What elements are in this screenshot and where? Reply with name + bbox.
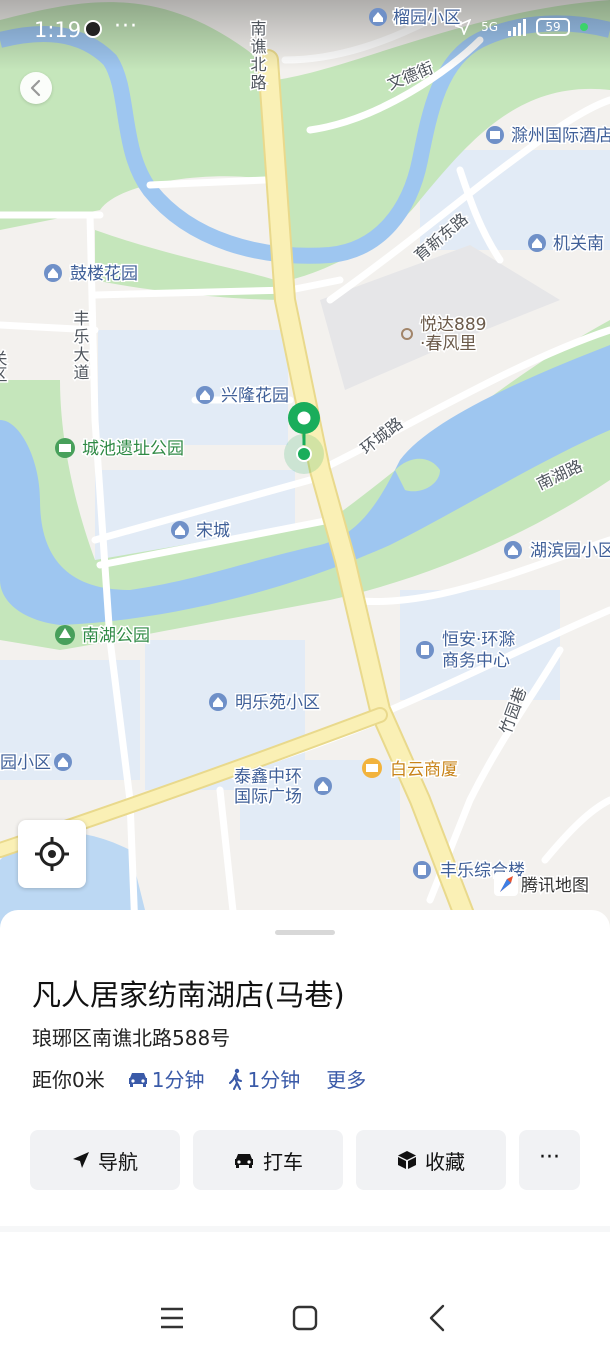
map-brand: 腾讯地图 [521, 876, 589, 896]
more-actions-button[interactable]: ··· [519, 1130, 580, 1190]
navigation-arrow-icon [73, 1152, 89, 1168]
home-icon [504, 541, 522, 559]
home-icon [314, 777, 332, 795]
status-bar: 1:19 ··· 5G 59 [0, 0, 610, 62]
poi-yueda-2: ·春风里 [420, 334, 476, 354]
chevron-left-icon [30, 79, 41, 97]
more-actions-label: ··· [539, 1144, 560, 1170]
office-icon [413, 861, 431, 879]
box-icon [398, 1151, 416, 1169]
office-icon [416, 641, 434, 659]
home-icon [528, 234, 546, 252]
status-overflow: ··· [114, 14, 138, 39]
back-nav-icon[interactable] [418, 1300, 458, 1336]
edge-label-left: 关区 [0, 350, 8, 382]
signal-icon [508, 18, 526, 36]
action-bar: 导航 打车 收藏 ··· [30, 1130, 580, 1190]
locate-me-button[interactable] [18, 820, 86, 888]
poi-left-community: 园小区 [0, 753, 51, 773]
drive-time: 1分钟 [151, 1068, 205, 1092]
location-arrow-icon [455, 19, 472, 35]
home-icon [171, 521, 189, 539]
navigate-button[interactable]: 导航 [30, 1130, 180, 1190]
status-icons: 5G 59 [455, 18, 588, 36]
poi-baiyun: 白云商厦 [390, 760, 458, 780]
poi-hubin: 湖滨园小区 [530, 541, 610, 561]
battery-icon: 59 [536, 18, 570, 36]
road-label-fengle: 丰乐大道 [71, 310, 90, 382]
poi-hengan-2: 商务中心 [442, 651, 510, 671]
back-button[interactable] [20, 72, 52, 104]
poi-minglecyuan: 明乐苑小区 [235, 693, 320, 713]
walk-time: 1分钟 [247, 1068, 301, 1092]
system-nav-bar [0, 1290, 610, 1346]
taxi-icon [235, 1154, 253, 1168]
taxi-label: 打车 [263, 1149, 303, 1174]
home-icon [54, 753, 72, 771]
place-address: 琅琊区南谯北路588号 [32, 1026, 231, 1050]
poi-hengan-1: 恒安·环滁 [442, 630, 515, 650]
more-link[interactable]: 更多 [326, 1064, 366, 1093]
privacy-indicator-icon [580, 23, 588, 31]
place-name: 凡人居家纺南湖店(马巷) [32, 978, 345, 1012]
crosshair-icon [35, 837, 69, 871]
recent-apps-icon[interactable] [152, 1300, 192, 1336]
compass-icon [494, 872, 518, 896]
home-icon [196, 386, 214, 404]
sheet-divider [0, 1226, 610, 1232]
home-button-icon[interactable] [285, 1300, 325, 1336]
home-icon [209, 693, 227, 711]
mall-icon [362, 758, 382, 778]
car-icon [128, 1072, 147, 1087]
ruins-park-icon [55, 438, 75, 458]
hotel-icon [486, 126, 504, 144]
poi-jiguan: 机关南 [553, 234, 604, 254]
poi-xinglong: 兴隆花园 [221, 386, 289, 406]
walk-time-link[interactable]: 1分钟 [228, 1064, 300, 1093]
map-canvas[interactable]: 南谯北路 文德街 育新东路 丰乐大道 环城路 南湖路 竹园巷 关区 榴园小区 滁… [0, 0, 610, 930]
drive-time-link[interactable]: 1分钟 [127, 1064, 205, 1093]
park-tree-icon [55, 625, 75, 645]
favorite-label: 收藏 [425, 1149, 465, 1174]
poi-nanhu-park: 南湖公园 [82, 626, 150, 646]
favorite-button[interactable]: 收藏 [356, 1130, 506, 1190]
poi-chengchi: 城池遗址公园 [82, 439, 184, 459]
poi-taixin-1: 泰鑫中环 [234, 767, 302, 787]
poi-yueda-1: 悦达889 [420, 315, 486, 335]
walk-icon [229, 1068, 243, 1090]
poi-taixin-2: 国际广场 [234, 787, 302, 807]
status-time: 1:19 [34, 18, 82, 42]
navigate-label: 导航 [98, 1149, 138, 1174]
taxi-button[interactable]: 打车 [193, 1130, 343, 1190]
network-type: 5G [481, 20, 498, 34]
home-icon [44, 264, 62, 282]
poi-gulou: 鼓楼花园 [70, 264, 138, 284]
poi-songcheng: 宋城 [196, 521, 230, 541]
record-icon [84, 20, 102, 38]
place-meta: 距你0米 1分钟 1分钟 更多 [32, 1064, 366, 1093]
place-distance: 距你0米 [32, 1068, 105, 1092]
poi-chuzhou-hotel: 滁州国际酒店 [511, 126, 610, 146]
sheet-drag-handle[interactable] [275, 930, 335, 935]
